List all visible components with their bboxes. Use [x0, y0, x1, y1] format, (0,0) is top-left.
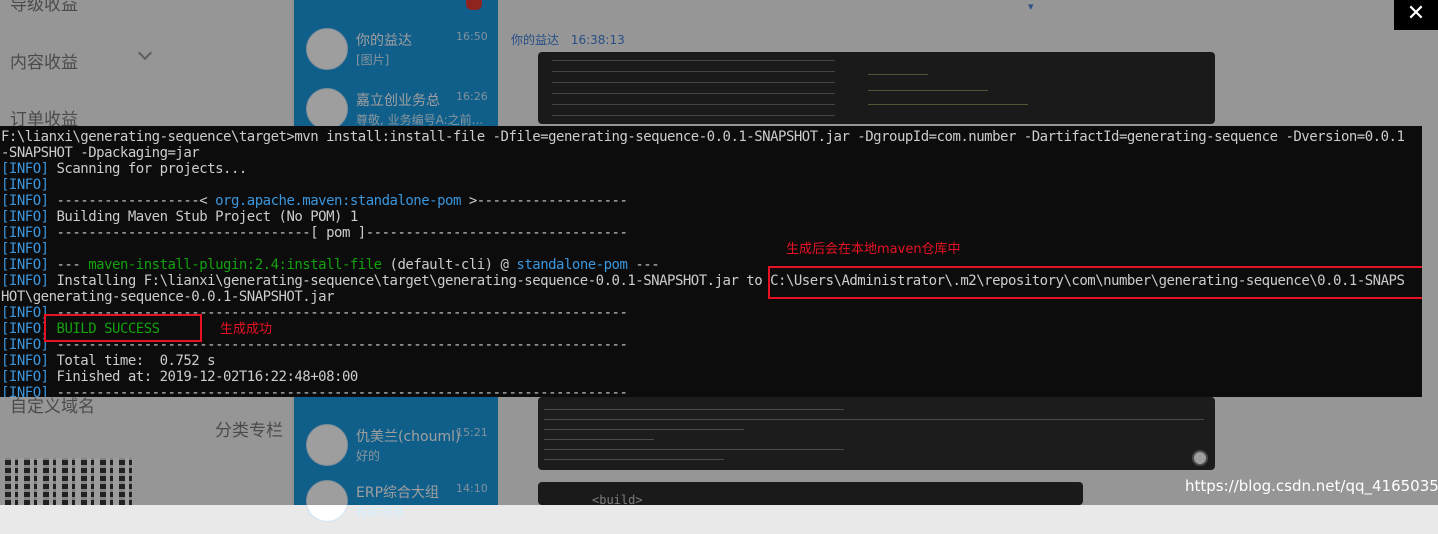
console-line: [INFO] ---------------------------------… — [1, 385, 628, 397]
watermark: https://blog.csdn.net/qq_41650354 — [1185, 477, 1438, 495]
plugin-target: standalone-pom — [516, 257, 628, 273]
console-text: Finished at: 2019-12-02T16:22:48+08:00 — [48, 369, 359, 385]
console-text: --- — [627, 257, 660, 273]
info-prefix: [INFO] — [1, 241, 49, 257]
info-prefix: [INFO] — [1, 305, 49, 321]
info-prefix: [INFO] — [1, 177, 49, 193]
close-icon[interactable]: ✕ — [1394, 0, 1438, 30]
info-prefix: [INFO] — [1, 385, 49, 397]
chat-preview: 有新消息 — [356, 505, 405, 519]
console-text: Total time: 0.752 s — [48, 353, 216, 369]
annotation-box-build-success — [44, 314, 202, 342]
annotation-box-repo-path — [768, 266, 1422, 299]
info-prefix: [INFO] — [1, 225, 49, 241]
pom-id: org.apache.maven:standalone-pom — [215, 193, 461, 209]
info-prefix: [INFO] — [1, 193, 49, 209]
info-prefix: [INFO] — [1, 209, 49, 225]
console-text: >------------------- — [460, 193, 628, 209]
info-prefix: [INFO] — [1, 369, 49, 385]
info-prefix: [INFO] — [1, 337, 49, 353]
console-line: [INFO] --------------------------------[… — [1, 225, 628, 241]
console-line: [INFO] Total time: 0.752 s — [1, 353, 216, 369]
console-text: Installing F:\lianxi\generating-sequence… — [48, 273, 771, 289]
console-image: F:\lianxi\generating-sequence\target>mvn… — [0, 126, 1422, 397]
annotation-note-repo: 生成后会在本地maven仓库中 — [786, 242, 961, 257]
info-prefix: [INFO] — [1, 257, 49, 273]
info-prefix: [INFO] — [1, 353, 49, 369]
console-text: Building Maven Stub Project (No POM) 1 — [48, 209, 359, 225]
console-line: -SNAPSHOT -Dpackaging=jar — [1, 145, 200, 161]
console-line: F:\lianxi\generating-sequence\target>mvn… — [1, 129, 1405, 145]
console-line: [INFO] Scanning for projects... — [1, 161, 247, 177]
console-line: [INFO] — [1, 177, 49, 193]
console-line: [INFO] --- maven-install-plugin:2.4:inst… — [1, 257, 660, 273]
console-line: [INFO] Building Maven Stub Project (No P… — [1, 209, 358, 225]
console-text: ----------------------------------------… — [48, 385, 628, 397]
console-line: [INFO] Finished at: 2019-12-02T16:22:48+… — [1, 369, 358, 385]
plugin-name: maven-install-plugin:2.4:install-file — [88, 257, 382, 273]
info-prefix: [INFO] — [1, 273, 49, 289]
info-prefix: [INFO] — [1, 161, 49, 177]
annotation-note-success: 生成成功 — [220, 322, 273, 337]
console-line: [INFO] ------------------< org.apache.ma… — [1, 193, 628, 209]
console-line: [INFO] — [1, 241, 49, 257]
info-prefix: [INFO] — [1, 321, 49, 337]
console-text: Scanning for projects... — [48, 161, 248, 177]
console-text: --------------------------------[ pom ]-… — [48, 225, 628, 241]
console-line: HOT\generating-sequence-0.0.1-SNAPSHOT.j… — [1, 289, 335, 305]
console-text: --- — [48, 257, 89, 273]
console-text: ------------------< — [48, 193, 216, 209]
console-text: (default-cli) @ — [381, 257, 517, 273]
